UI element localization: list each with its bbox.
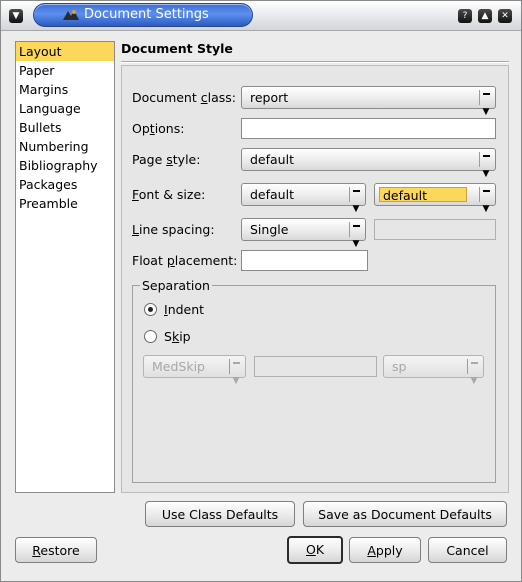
document-class-select[interactable]: report ▼ [241, 86, 496, 117]
float-placement-label-rest: lacement: [174, 253, 238, 268]
document-class-label-rest: lass: [207, 90, 236, 105]
sidebar-item-packages[interactable]: Packages [16, 175, 114, 194]
ok-mnemonic: O [305, 542, 316, 557]
title-bar[interactable]: ▼ Document Settings ? ▲ ✕ [1, 1, 521, 31]
document-class-label-mnemonic: c [200, 90, 208, 105]
restore-label: estore [40, 543, 80, 558]
settings-category-list: Layout Paper Margins Language Bullets Nu… [15, 41, 115, 493]
window-menu-icon[interactable]: ▼ [9, 9, 23, 23]
line-spacing-label-rest: ine spacing: [138, 222, 215, 237]
use-class-defaults-button[interactable]: Use Class Defaults [145, 501, 295, 527]
sidebar-item-margins[interactable]: Margins [16, 80, 114, 99]
sidebar-item-language[interactable]: Language [16, 99, 114, 118]
apply-button[interactable]: Apply [349, 537, 421, 563]
line-spacing-select[interactable]: Single ▼ [241, 218, 366, 249]
indent-radio[interactable] [144, 303, 157, 316]
font-size-label: Font & size: [132, 187, 205, 202]
font-size-label-mnemonic: F [132, 187, 139, 202]
sidebar-item-layout[interactable]: Layout [16, 42, 114, 61]
cancel-button[interactable]: Cancel [428, 537, 507, 563]
skip-label[interactable]: Skip [164, 329, 191, 344]
help-icon[interactable]: ? [458, 9, 472, 23]
document-class-value: report [250, 90, 289, 105]
options-label-rest: ions: [154, 121, 185, 136]
dropdown-arrow-icon: ▼ [479, 187, 492, 214]
float-placement-label-mnemonic: p [166, 253, 175, 268]
page-style-label-rest: tyle: [172, 152, 201, 167]
indent-label[interactable]: Indent [164, 302, 204, 317]
restore-button[interactable]: Restore [15, 537, 97, 563]
font-family-value: default [250, 187, 294, 202]
float-placement-label-text: Float [132, 253, 167, 268]
sidebar-item-preamble[interactable]: Preamble [16, 194, 114, 213]
shade-icon[interactable]: ▲ [478, 9, 492, 23]
font-family-select[interactable]: default ▼ [241, 183, 366, 214]
apply-mnemonic: A [367, 543, 376, 558]
options-label: Options: [132, 121, 184, 136]
document-class-label-text: Document [132, 90, 201, 105]
line-spacing-label-mnemonic: L [132, 222, 139, 237]
skip-length-input [254, 356, 377, 377]
dropdown-arrow-icon: ▼ [349, 187, 362, 214]
ok-label: K [315, 542, 325, 557]
font-size-label-rest: ont & size: [138, 187, 206, 202]
dropdown-arrow-icon: ▼ [349, 222, 362, 249]
skip-radio[interactable] [144, 330, 157, 343]
panel-title: Document Style [121, 41, 233, 56]
skip-label-text: S [164, 329, 172, 344]
page-style-value: default [250, 152, 294, 167]
document-settings-window: ▼ Document Settings ? ▲ ✕ Layout Paper M… [0, 0, 522, 582]
skip-label-rest: ip [179, 329, 191, 344]
skip-unit-select: sp ▼ [383, 355, 484, 386]
dropdown-arrow-icon: ▼ [479, 90, 492, 117]
line-spacing-label: Line spacing: [132, 222, 215, 237]
font-size-select[interactable]: default ▼ [374, 183, 496, 214]
document-class-label: Document class: [132, 90, 236, 105]
sidebar-item-bibliography[interactable]: Bibliography [16, 156, 114, 175]
close-icon[interactable]: ✕ [498, 9, 512, 23]
float-placement-label: Float placement: [132, 253, 237, 268]
dropdown-arrow-icon: ▼ [467, 359, 480, 386]
sidebar-item-paper[interactable]: Paper [16, 61, 114, 80]
options-label-text: Op [132, 121, 150, 136]
window-title: Document Settings [84, 7, 209, 22]
dropdown-arrow-icon: ▼ [229, 359, 242, 386]
dropdown-arrow-icon: ▼ [479, 152, 492, 179]
save-as-document-defaults-button[interactable]: Save as Document Defaults [303, 501, 507, 527]
window-title-pill[interactable]: Document Settings [33, 3, 253, 27]
indent-label-rest: ndent [167, 302, 205, 317]
lyx-app-icon [63, 10, 79, 20]
panel-divider [121, 61, 509, 63]
skip-amount-select: MedSkip ▼ [143, 355, 246, 386]
apply-label: pply [375, 543, 403, 558]
float-placement-input[interactable] [241, 250, 368, 271]
line-spacing-custom-input [374, 219, 496, 240]
skip-unit-value: sp [392, 359, 407, 374]
ok-button[interactable]: OK [287, 536, 343, 564]
page-style-select[interactable]: default ▼ [241, 148, 496, 179]
page-style-label: Page style: [132, 152, 200, 167]
page-style-label-text: Page [132, 152, 167, 167]
line-spacing-value: Single [250, 222, 289, 237]
skip-amount-value: MedSkip [152, 359, 205, 374]
options-input[interactable] [241, 118, 496, 139]
sidebar-item-numbering[interactable]: Numbering [16, 137, 114, 156]
separation-legend: Separation [140, 278, 212, 293]
sidebar-item-bullets[interactable]: Bullets [16, 118, 114, 137]
font-size-value: default [379, 187, 467, 203]
